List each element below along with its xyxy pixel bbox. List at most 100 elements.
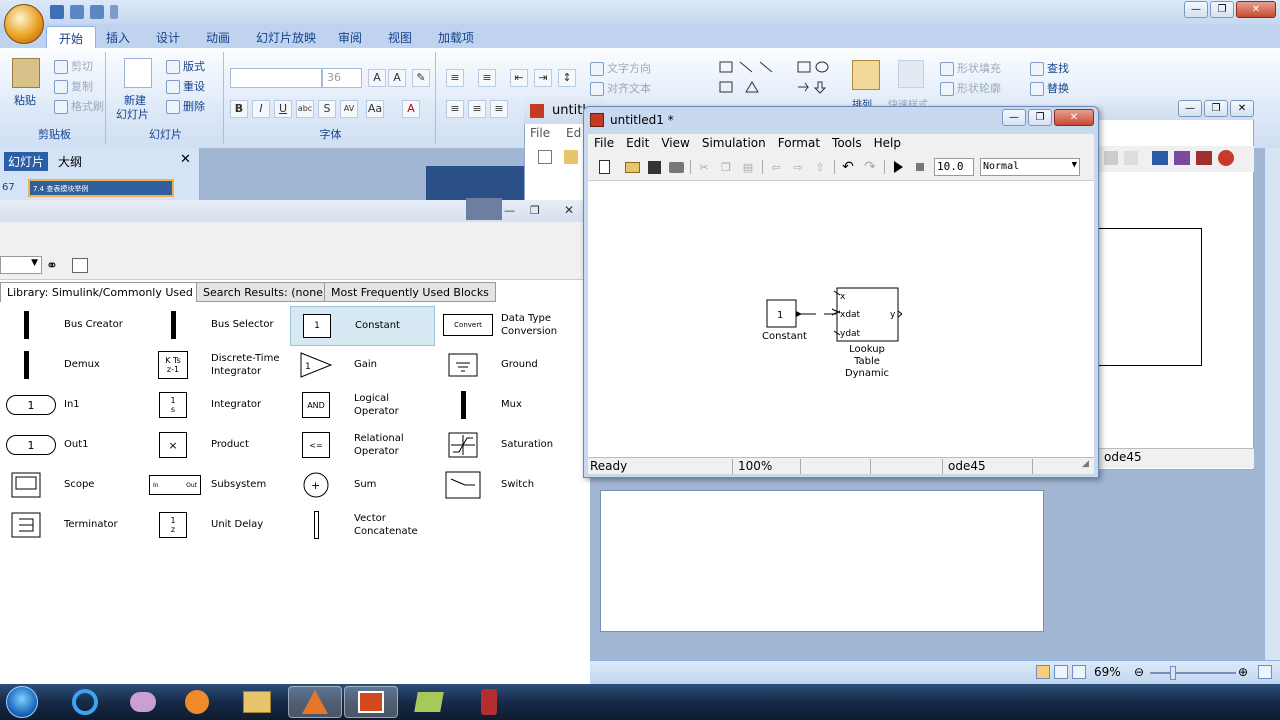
block-switch[interactable]: Switch	[437, 466, 582, 506]
tab-addins[interactable]: 加载项	[438, 29, 474, 46]
open-model-icon[interactable]	[624, 159, 640, 175]
library-maximize-button[interactable]: ❐	[530, 204, 540, 217]
save-icon[interactable]	[50, 5, 64, 19]
print-icon[interactable]	[668, 159, 684, 175]
up-arrow-icon[interactable]: ⇧	[812, 159, 828, 175]
paste-icon[interactable]	[12, 58, 40, 88]
tab-animation[interactable]: 动画	[206, 29, 230, 46]
tab-design[interactable]: 设计	[156, 29, 180, 46]
block-mux[interactable]: Mux	[437, 386, 582, 426]
background-new-icon[interactable]	[538, 150, 552, 164]
right-maximize-button[interactable]: ❐	[1204, 100, 1228, 117]
block-constant[interactable]: 1 Constant	[290, 306, 435, 346]
block-bus-selector[interactable]: Bus Selector	[147, 306, 292, 346]
resize-grip-icon[interactable]: ◢	[1082, 459, 1089, 469]
shape-fill-button[interactable]: 形状填充	[940, 60, 1001, 76]
align-left-button[interactable]: ≡	[446, 100, 464, 118]
library-browser-icon[interactable]	[1152, 151, 1168, 165]
block-scope[interactable]: Scope	[0, 466, 145, 506]
explorer-taskbar-icon[interactable]	[230, 686, 284, 718]
align-center-button[interactable]: ≡	[468, 100, 486, 118]
block-terminator[interactable]: Terminator	[0, 506, 145, 546]
shape-outline-button[interactable]: 形状轮廓	[940, 80, 1001, 96]
ppt-minimize-button[interactable]: —	[1184, 1, 1208, 18]
panel-close-icon[interactable]: ✕	[180, 152, 191, 167]
quick-styles-label[interactable]: 快速样式	[888, 96, 928, 106]
block-discrete-time-integrator[interactable]: K Ts z-1 Discrete-Time Integrator	[147, 346, 292, 386]
cut-icon[interactable]: ✂	[696, 159, 712, 175]
font-name-combo[interactable]	[230, 68, 322, 88]
menu-tools[interactable]: Tools	[826, 134, 868, 154]
align-text-button[interactable]: 对齐文本	[590, 80, 651, 96]
strikethrough-button[interactable]: abc	[296, 100, 314, 118]
block-logical-operator[interactable]: AND Logical Operator	[290, 386, 435, 426]
text-direction-button[interactable]: 文字方向	[590, 60, 651, 76]
library-close-button[interactable]: ✕	[564, 203, 574, 217]
debugger-icon[interactable]	[1196, 151, 1212, 165]
clear-format-button[interactable]: ✎	[412, 69, 430, 87]
tab-insert[interactable]: 插入	[106, 29, 130, 46]
redo-icon[interactable]	[90, 5, 104, 19]
shrink-font-button[interactable]: A	[388, 69, 406, 87]
right-minimize-button[interactable]: —	[1178, 100, 1202, 117]
zoom-in-icon[interactable]: ⊕	[1238, 665, 1248, 679]
background-model-menu-file[interactable]: File	[530, 126, 550, 140]
quick-styles-icon[interactable]	[898, 60, 924, 88]
slideshow-view-icon[interactable]	[1072, 665, 1086, 679]
menu-file[interactable]: File	[588, 134, 620, 154]
undo-model-icon[interactable]: ↶	[840, 159, 856, 175]
model-explorer-icon[interactable]	[1174, 151, 1190, 165]
library-properties-icon[interactable]	[72, 258, 88, 273]
arrange-label[interactable]: 排列	[852, 96, 872, 106]
ie-taskbar-icon[interactable]	[58, 686, 112, 718]
office-button[interactable]	[4, 4, 44, 44]
model-canvas[interactable]: 1 Constant x xdat ydat y Lookup Table Dy…	[588, 181, 1094, 457]
right-model-block[interactable]	[1098, 228, 1202, 366]
block-saturation[interactable]: Saturation	[437, 426, 582, 466]
tab-slides-panel[interactable]: 幻灯片	[4, 152, 49, 171]
block-bus-creator[interactable]: Bus Creator	[0, 306, 145, 346]
model-maximize-button[interactable]: ❐	[1028, 109, 1052, 126]
ppt-close-button[interactable]: ✕	[1236, 1, 1276, 18]
qat-dropdown-icon[interactable]	[110, 5, 118, 19]
menu-edit[interactable]: Edit	[620, 134, 655, 154]
media-player-taskbar-icon[interactable]	[170, 686, 224, 718]
start-button[interactable]	[6, 686, 38, 718]
char-spacing-button[interactable]: AV	[340, 100, 358, 118]
back-arrow-icon[interactable]: ⇦	[768, 159, 784, 175]
reset-button[interactable]: 重设	[166, 78, 205, 94]
font-color-button[interactable]: A	[402, 100, 420, 118]
shadow-button[interactable]: S	[318, 100, 336, 118]
background-model-menu-edit[interactable]: Ed	[566, 126, 581, 140]
fit-window-icon[interactable]	[1258, 665, 1272, 679]
right-close-button[interactable]: ✕	[1230, 100, 1254, 117]
block-product[interactable]: × Product	[147, 426, 292, 466]
block-demux[interactable]: Demux	[0, 346, 145, 386]
increase-indent-button[interactable]: ⇥	[534, 69, 552, 87]
model-minimize-button[interactable]: —	[1002, 109, 1026, 126]
paste-button[interactable]: 粘贴	[14, 92, 36, 108]
right-toolbar-icon-2[interactable]	[1124, 151, 1138, 165]
forward-arrow-icon[interactable]: ⇨	[790, 159, 806, 175]
block-ground[interactable]: Ground	[437, 346, 582, 386]
find-block-icon[interactable]: ⚭	[46, 258, 58, 274]
cut-button[interactable]: 剪切	[54, 58, 93, 74]
underline-button[interactable]: U	[274, 100, 292, 118]
normal-view-icon[interactable]	[1036, 665, 1050, 679]
menu-format[interactable]: Format	[772, 134, 826, 154]
align-right-button[interactable]: ≡	[490, 100, 508, 118]
block-sum[interactable]: + Sum	[290, 466, 435, 506]
paint-taskbar-icon[interactable]	[116, 686, 170, 718]
decrease-indent-button[interactable]: ⇤	[510, 69, 528, 87]
zoom-out-icon[interactable]: ⊖	[1134, 665, 1144, 679]
bold-button[interactable]: B	[230, 100, 248, 118]
mode-dropdown-icon[interactable]: ▼	[1072, 160, 1077, 170]
background-open-icon[interactable]	[564, 150, 578, 164]
block-integrator[interactable]: 1s Integrator	[147, 386, 292, 426]
delete-button[interactable]: 删除	[166, 98, 205, 114]
start-simulation-icon[interactable]	[890, 159, 906, 175]
matlab-taskbar-icon[interactable]	[288, 686, 342, 718]
slide-thumbnail[interactable]: 7.4 查表模块举例	[28, 179, 174, 197]
block-subsystem[interactable]: In Out Subsystem	[147, 466, 292, 506]
save-model-icon[interactable]	[646, 159, 662, 175]
